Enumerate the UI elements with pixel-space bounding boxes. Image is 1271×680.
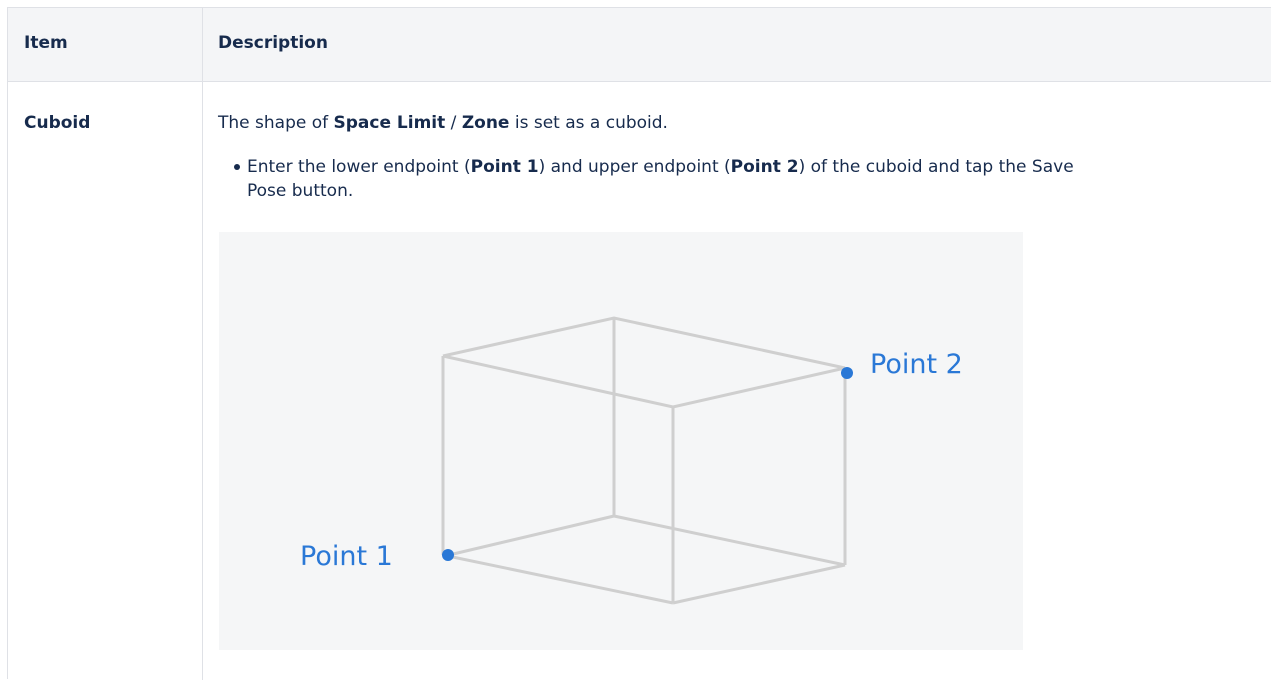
header-item: Item (24, 33, 68, 53)
cuboid-right-bottom (672, 563, 846, 605)
cuboid-back-bottom (613, 514, 846, 567)
point1-label: Point 1 (300, 541, 393, 572)
cuboid-back-bottom-left (448, 514, 615, 557)
desc-separator: / (445, 113, 462, 133)
description-table: Item Description Cuboid The shape of Spa… (7, 7, 1271, 680)
cuboid-front-top (442, 354, 846, 409)
desc-suffix: is set as a cuboid. (509, 113, 668, 133)
cuboid-back-top (442, 316, 846, 370)
bullet-item: Enter the lower endpoint (Point 1) and u… (234, 155, 1097, 203)
point2-label: Point 2 (870, 349, 963, 380)
bullet-icon (234, 164, 240, 170)
bullet-text-2: ) and upper endpoint ( (538, 157, 731, 177)
cuboid-front-bottom (442, 553, 674, 605)
header-description: Description (218, 33, 328, 53)
column-divider (202, 8, 203, 680)
table-header-row: Item Description (8, 8, 1271, 82)
row-item-cuboid: Cuboid (24, 113, 91, 133)
desc-zone: Zone (461, 113, 510, 133)
row-description-text: The shape of Space Limit / Zone is set a… (218, 113, 668, 133)
cuboid-diagram: Point 1 Point 2 (300, 316, 963, 605)
desc-space-limit: Space Limit (333, 113, 446, 133)
point1-marker (442, 549, 454, 561)
bullet-point2: Point 2 (730, 157, 799, 177)
bullet-point1: Point 1 (470, 157, 539, 177)
point2-marker (841, 367, 853, 379)
cuboid-edges (441, 316, 847, 605)
desc-prefix: The shape of (218, 113, 334, 133)
bullet-text-1: Enter the lower endpoint ( (247, 157, 471, 177)
cuboid-figure: Point 1 Point 2 (219, 232, 1023, 650)
